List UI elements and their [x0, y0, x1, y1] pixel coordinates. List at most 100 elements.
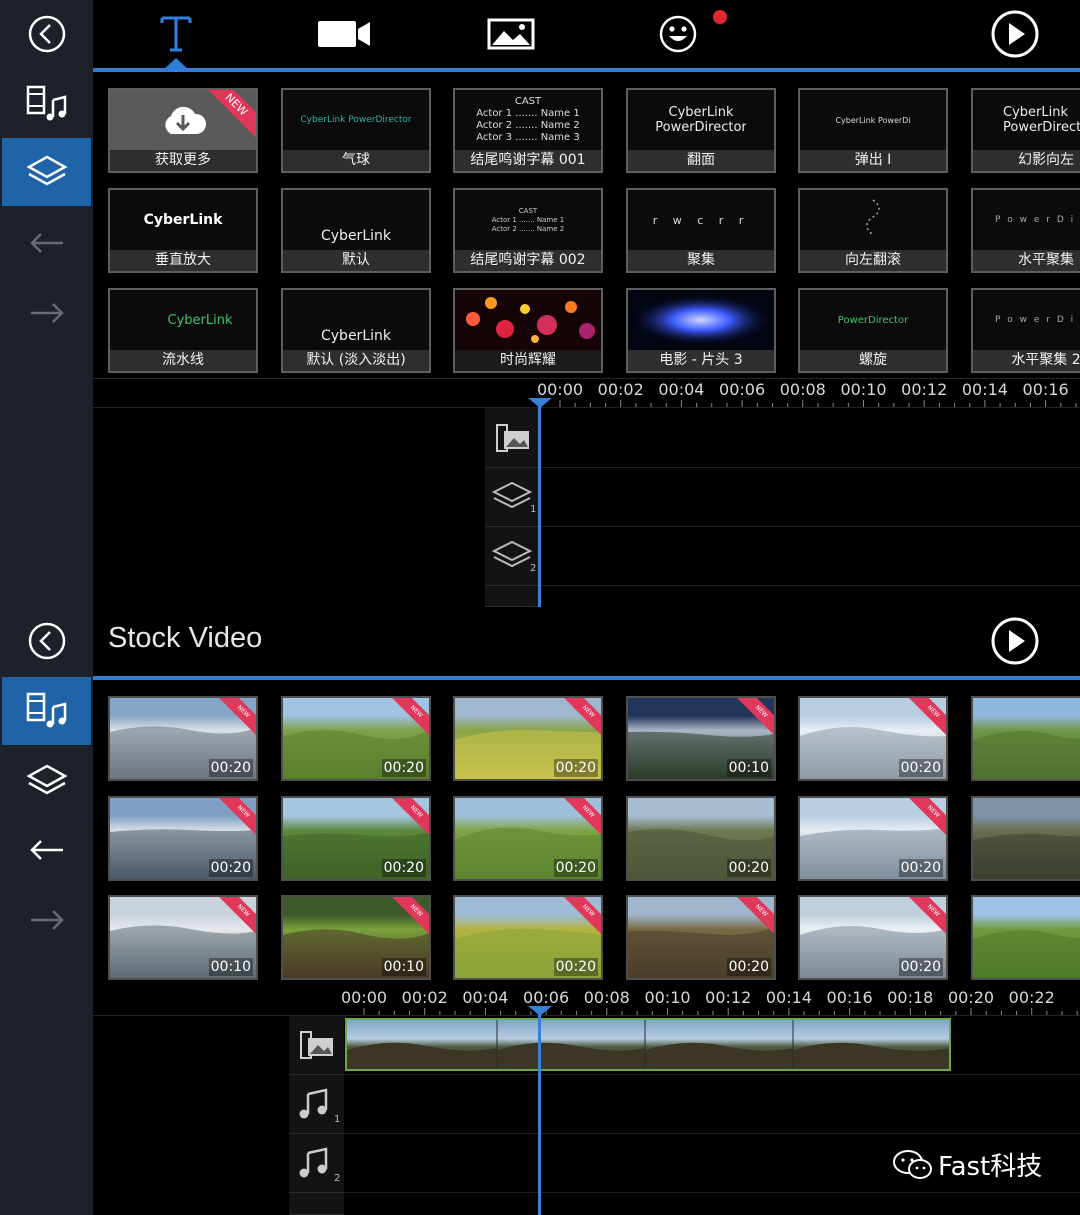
stock-video-tile[interactable]	[971, 796, 1080, 881]
stock-video-tile[interactable]: NEW 00:20	[453, 796, 603, 881]
tile-label: 螺旋	[800, 350, 946, 371]
stock-video-tile[interactable]: NEW 00:20	[798, 895, 948, 980]
ruler-label: 00:12	[705, 988, 752, 1007]
bottom-track-music-1-row[interactable]	[344, 1075, 1080, 1134]
video-duration: 00:10	[381, 958, 426, 976]
bottom-play-button[interactable]	[960, 607, 1070, 675]
stock-video-tile[interactable]	[971, 895, 1080, 980]
tab-video[interactable]	[289, 0, 399, 68]
title-tile-horizontal-gather[interactable]: P o w e r D i r e c t 水平聚集	[971, 188, 1080, 273]
stock-video-tile[interactable]: NEW 00:10	[108, 895, 258, 980]
ruler-label: 00:16	[826, 988, 873, 1007]
credits-heading: CAST	[518, 206, 538, 215]
stock-video-tile[interactable]: NEW 00:20	[108, 696, 258, 781]
tile-label: 默认 (淡入淡出)	[283, 350, 429, 371]
light-burst-graphic	[629, 294, 773, 346]
title-tile-balloon[interactable]: CyberLink PowerDirector 气球	[281, 88, 431, 173]
stock-video-tile[interactable]: 00:20	[626, 796, 776, 881]
bottom-header-underline	[93, 676, 1080, 680]
tab-image[interactable]	[456, 0, 566, 68]
tile-label: 流水线	[110, 350, 256, 371]
title-tile-horizontal-gather-2[interactable]: P o w e r D i r e c t 水平聚集 2	[971, 288, 1080, 373]
tile-label: 聚集	[628, 250, 774, 271]
stock-video-tile[interactable]: NEW 00:20	[281, 796, 431, 881]
title-tile-pop-up[interactable]: CyberLink PowerDi 弹出 I	[798, 88, 948, 173]
top-back-button[interactable]	[0, 0, 93, 68]
bottom-undo-button[interactable]	[0, 815, 93, 883]
tile-label: 向左翻滚	[800, 250, 946, 271]
tile-preview: CyberLink PowerDirecto	[1003, 105, 1080, 135]
bottom-playhead[interactable]	[538, 1008, 541, 1215]
top-redo-button[interactable]	[0, 278, 93, 346]
top-track-video-row[interactable]	[540, 408, 1080, 468]
bottom-layers-button[interactable]	[0, 747, 93, 815]
ruler-label: 00:06	[523, 988, 570, 1007]
stock-video-tile[interactable]: NEW 00:20	[798, 796, 948, 881]
title-tile-gather[interactable]: r w c r r 聚集	[626, 188, 776, 273]
bottom-redo-button[interactable]	[0, 885, 93, 953]
top-track-video-header[interactable]	[485, 408, 540, 468]
title-tile-flip[interactable]: CyberLink PowerDirector 翻面	[626, 88, 776, 173]
title-tile-default-fade[interactable]: CyberLink 默认 (淡入淡出)	[281, 288, 431, 373]
video-duration: 00:10	[726, 759, 771, 777]
title-tile-fashion-glow[interactable]: 时尚辉耀	[453, 288, 603, 373]
ruler-label: 00:12	[901, 380, 948, 399]
stock-video-tile[interactable]: NEW 00:20	[453, 696, 603, 781]
top-layers-button[interactable]	[2, 138, 91, 206]
bottom-track-music-2-header[interactable]: 2	[289, 1134, 344, 1193]
film-music-icon	[26, 85, 66, 121]
stock-video-tile[interactable]: NEW 00:20	[626, 895, 776, 980]
ruler-label: 00:10	[840, 380, 887, 399]
tile-label: 电影 - 片头 3	[628, 350, 774, 371]
bottom-track-video-header[interactable]	[289, 1016, 344, 1075]
title-tile-credits-002[interactable]: CAST Actor 1 ....... Name 1 Actor 2 ....…	[453, 188, 603, 273]
top-track-overlay-1-header[interactable]: 1	[485, 468, 540, 527]
title-tile-spiral[interactable]: PowerDirector 螺旋	[798, 288, 948, 373]
timeline-video-clip[interactable]	[345, 1018, 951, 1071]
tile-preview	[628, 290, 774, 350]
video-duration: 00:20	[898, 759, 943, 777]
clip-filmstrip	[347, 1020, 949, 1069]
credits-line: Actor 2 ....... Name 2	[491, 224, 565, 233]
stock-video-tile[interactable]: NEW 00:20	[453, 895, 603, 980]
layers-icon: 1	[491, 481, 536, 514]
stock-video-tile[interactable]: NEW 00:10	[281, 895, 431, 980]
stock-video-tile[interactable]: NEW 00:20	[798, 696, 948, 781]
title-tile-phantom-left[interactable]: CyberLink PowerDirecto 幻影向左	[971, 88, 1080, 173]
title-tile-vertical-zoom[interactable]: CyberLink 垂直放大	[108, 188, 258, 273]
title-tile-get-more[interactable]: NEW 获取更多	[108, 88, 258, 173]
top-track-overlay-2-row[interactable]	[540, 527, 1080, 586]
top-track-overlay-2-header[interactable]: 2	[485, 527, 540, 586]
title-tile-roll-left[interactable]: 向左翻滚	[798, 188, 948, 273]
top-track-gutter	[93, 408, 485, 607]
tile-label: 翻面	[628, 150, 774, 171]
top-playhead[interactable]	[538, 400, 541, 607]
wechat-icon	[893, 1149, 932, 1179]
title-tile-credits-001[interactable]: CAST Actor 1 ....... Name 1 Actor 2 ....…	[453, 88, 603, 173]
video-duration: 00:20	[381, 759, 426, 777]
bottom-timeline-ruler[interactable]: 00:00 00:02 00:04 00:06 00:08 00:10 00:12 00:14…	[93, 986, 1080, 1016]
stock-video-tile[interactable]: NEW 00:20	[281, 696, 431, 781]
ruler-label: 00:18	[887, 988, 934, 1007]
stock-video-tile[interactable]: NEW 00:20	[108, 796, 258, 881]
top-media-library-button[interactable]	[0, 70, 93, 138]
bottom-back-button[interactable]	[0, 607, 93, 675]
stock-video-tile[interactable]	[971, 696, 1080, 781]
top-play-button[interactable]	[960, 0, 1070, 68]
title-tile-movie-intro-3[interactable]: 电影 - 片头 3	[626, 288, 776, 373]
tile-preview	[800, 190, 946, 250]
stock-video-tile[interactable]: NEW 00:10	[626, 696, 776, 781]
ruler-label: 00:02	[597, 380, 644, 399]
title-tile-default[interactable]: CyberLink 默认	[281, 188, 431, 273]
top-track-overlay-1-row[interactable]	[540, 468, 1080, 527]
video-duration: 00:20	[208, 759, 253, 777]
ruler-label: 00:00	[536, 380, 584, 399]
bottom-media-library-button[interactable]	[2, 677, 91, 745]
new-dot-badge	[713, 10, 727, 24]
title-tile-pipeline[interactable]: CyberLink 流水线	[108, 288, 258, 373]
tile-label: 结尾鸣谢字幕 001	[455, 150, 601, 171]
bottom-track-music-1-header[interactable]: 1	[289, 1075, 344, 1134]
ruler-label: 00:14	[765, 988, 812, 1007]
top-timeline-ruler[interactable]: 00:00 00:02 00:04 00:06 00:08 00:10 00:12 00:14…	[93, 378, 1080, 408]
top-undo-button[interactable]	[0, 208, 93, 276]
